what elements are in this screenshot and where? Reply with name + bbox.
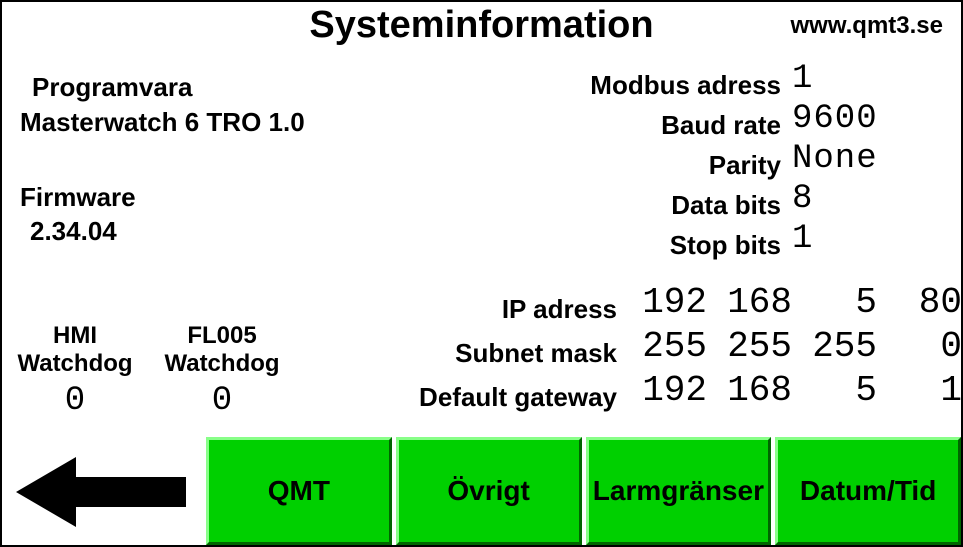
- hmi-watchdog-label-2: Watchdog: [10, 350, 140, 378]
- ip-octet-3: 5: [792, 282, 877, 323]
- firmware-value: 2.34.04: [30, 216, 117, 247]
- datum-button-label: Datum/Tid: [800, 475, 936, 507]
- subnet-octet-1: 255: [622, 326, 707, 367]
- data-bits-label: Data bits: [671, 190, 781, 221]
- gateway-octet-2: 168: [707, 370, 792, 411]
- ip-address-label: IP adress: [367, 294, 617, 325]
- ip-octet-4: 80: [877, 282, 962, 323]
- ip-octet-1: 192: [622, 282, 707, 323]
- fl005-watchdog-label-2: Watchdog: [157, 350, 287, 378]
- subnet-mask-value: 255 255 255 0: [622, 326, 962, 367]
- vendor-url: www.qmt3.se: [791, 12, 943, 40]
- gateway-octet-4: 1: [877, 370, 962, 411]
- firmware-label: Firmware: [20, 182, 136, 213]
- datum-tid-button[interactable]: Datum/Tid: [775, 437, 961, 545]
- subnet-octet-4: 0: [877, 326, 962, 367]
- bottom-nav: QMT Övrigt Larmgränser Datum/Tid: [2, 437, 961, 545]
- stop-bits-value: 1: [792, 220, 813, 258]
- software-label: Programvara: [32, 72, 192, 103]
- data-bits-value: 8: [792, 180, 813, 218]
- qmt-button-label: QMT: [268, 475, 330, 507]
- ip-address-value: 192 168 5 80: [622, 282, 962, 323]
- back-button[interactable]: [2, 437, 202, 545]
- hmi-watchdog-value: 0: [10, 382, 140, 420]
- fl005-watchdog-value: 0: [157, 382, 287, 420]
- default-gateway-value: 192 168 5 1: [622, 370, 962, 411]
- qmt-button[interactable]: QMT: [206, 437, 392, 545]
- default-gateway-label: Default gateway: [367, 382, 617, 413]
- larm-button-label: Larmgränser: [593, 475, 764, 507]
- software-value: Masterwatch 6 TRO 1.0: [20, 107, 305, 138]
- hmi-watchdog-label-1: HMI: [10, 322, 140, 350]
- ip-octet-2: 168: [707, 282, 792, 323]
- subnet-mask-label: Subnet mask: [367, 338, 617, 369]
- subnet-octet-3: 255: [792, 326, 877, 367]
- modbus-address-label: Modbus adress: [590, 70, 781, 101]
- stop-bits-label: Stop bits: [670, 230, 781, 261]
- larmgranser-button[interactable]: Larmgränser: [586, 437, 772, 545]
- gateway-octet-3: 5: [792, 370, 877, 411]
- gateway-octet-1: 192: [622, 370, 707, 411]
- fl005-watchdog-block: FL005 Watchdog 0: [157, 322, 287, 420]
- arrow-left-icon: [16, 457, 186, 527]
- parity-value: None: [792, 140, 878, 178]
- fl005-watchdog-label-1: FL005: [157, 322, 287, 350]
- hmi-watchdog-block: HMI Watchdog 0: [10, 322, 140, 420]
- parity-label: Parity: [709, 150, 781, 181]
- modbus-address-value: 1: [792, 60, 813, 98]
- subnet-octet-2: 255: [707, 326, 792, 367]
- baud-rate-value: 9600: [792, 100, 878, 138]
- baud-rate-label: Baud rate: [661, 110, 781, 141]
- ovrigt-button-label: Övrigt: [447, 475, 529, 507]
- ovrigt-button[interactable]: Övrigt: [396, 437, 582, 545]
